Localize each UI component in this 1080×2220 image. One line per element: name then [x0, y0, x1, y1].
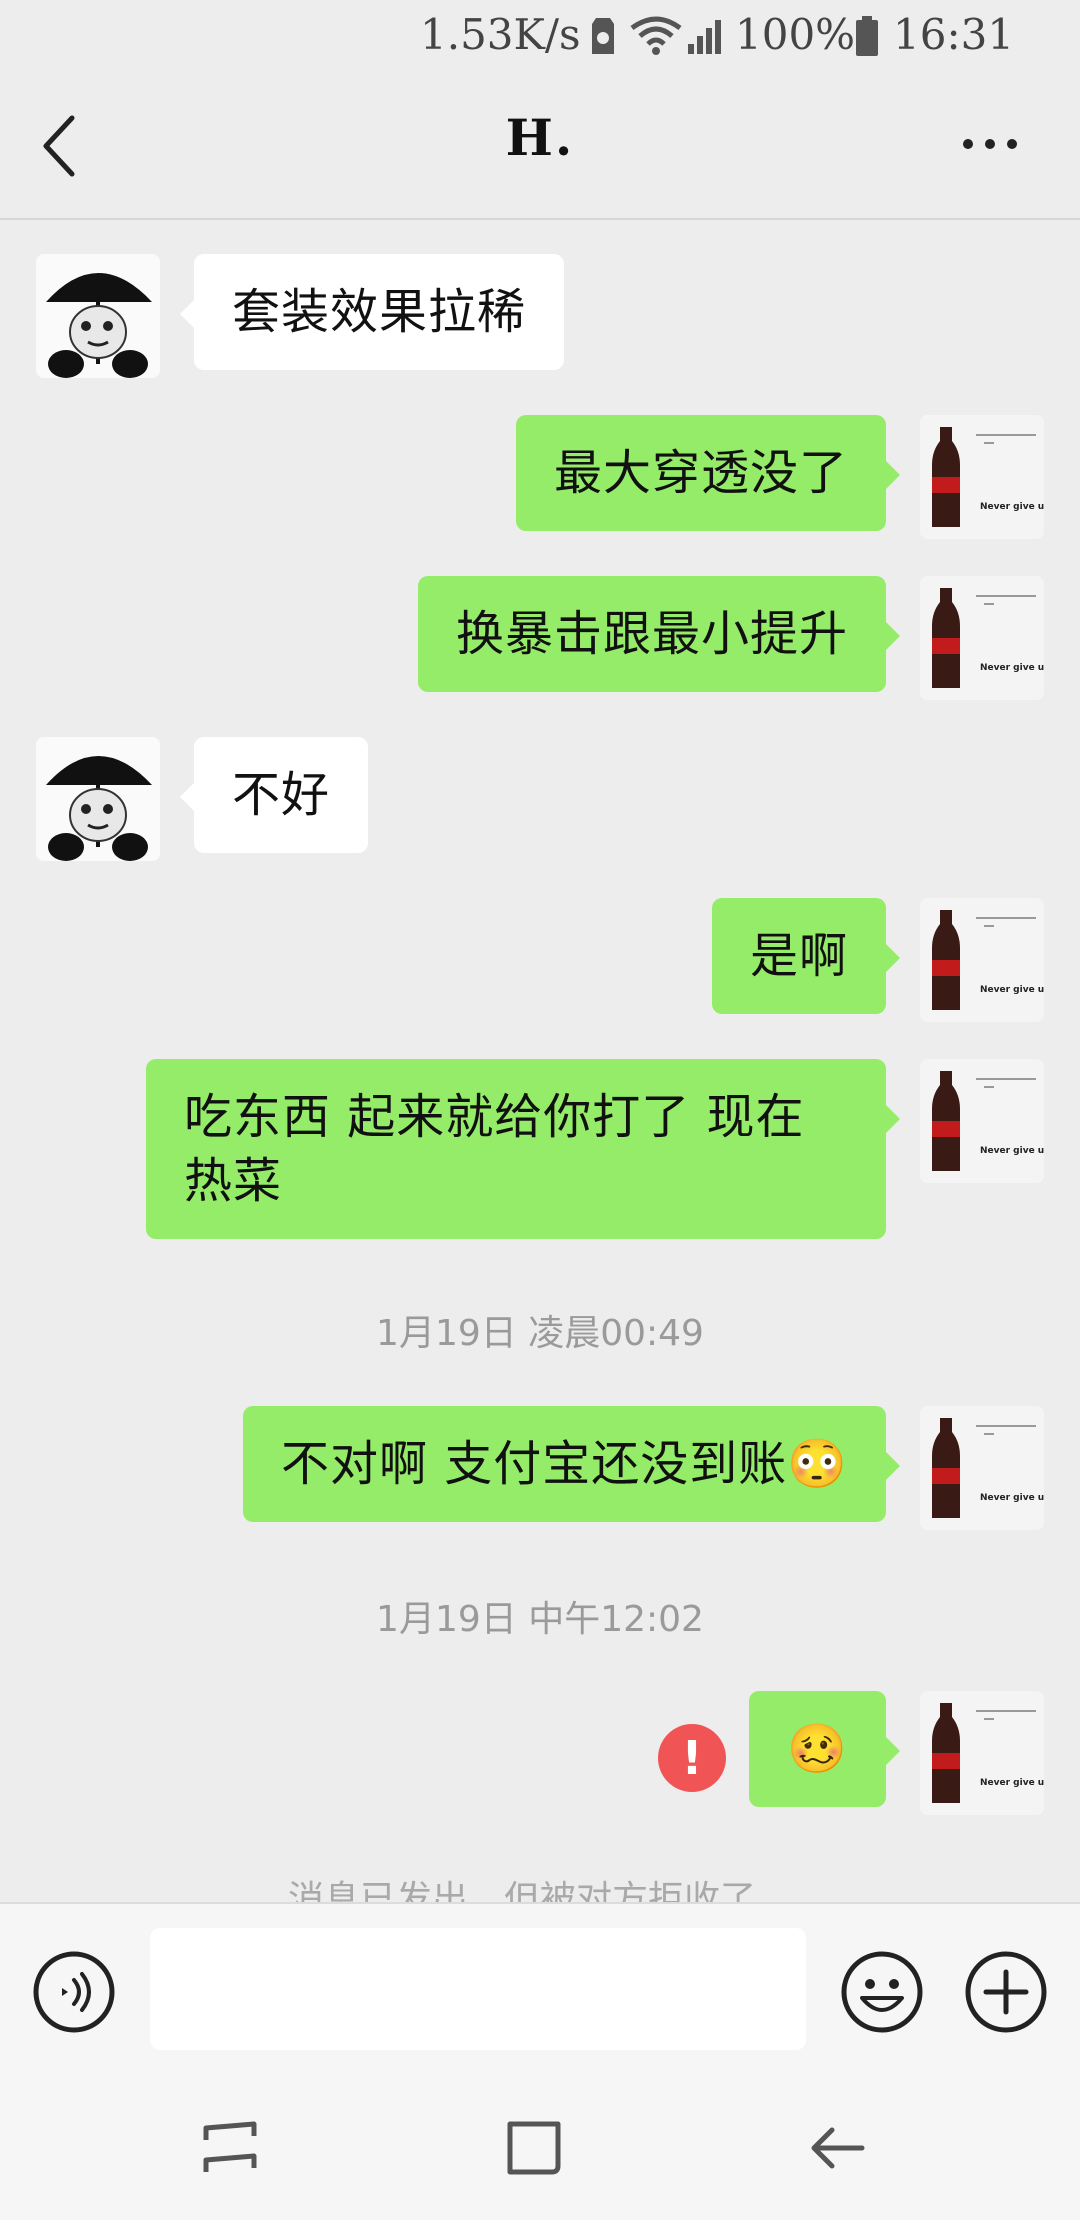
contact-avatar[interactable]: [36, 254, 160, 378]
status-bar: 1.53K/s 100% 16:31: [0, 0, 1080, 72]
svg-text:Never give up!: Never give up!: [980, 502, 1044, 512]
svg-text:Never give up!: Never give up!: [980, 1493, 1044, 1503]
message-bubble-incoming[interactable]: 套装效果拉稀: [179, 254, 565, 370]
self-avatar[interactable]: Never give up!: [920, 1059, 1044, 1183]
wifi-icon: [630, 16, 682, 55]
message-bubble-outgoing[interactable]: 吃东西 起来就给你打了 现在热菜: [146, 1059, 900, 1239]
emoji-icon[interactable]: [840, 1950, 924, 2034]
recent-apps-icon[interactable]: [200, 2118, 260, 2178]
contact-avatar[interactable]: [36, 737, 160, 861]
battery-percentage: 100%: [735, 10, 856, 59]
cola-bottle-icon: Never give up!: [920, 1059, 1044, 1183]
chat-title[interactable]: H.: [0, 108, 1080, 167]
message-bubble-incoming[interactable]: 不好: [179, 737, 369, 853]
self-avatar[interactable]: Never give up!: [920, 898, 1044, 1022]
input-bar: [0, 1902, 1080, 2074]
send-failed-icon[interactable]: !: [658, 1724, 726, 1792]
signal-icon: [688, 20, 721, 54]
svg-text:Never give up!: Never give up!: [980, 985, 1044, 995]
cola-bottle-icon: Never give up!: [920, 1691, 1044, 1815]
chat-header: H.: [0, 72, 1080, 220]
cola-bottle-icon: Never give up!: [920, 415, 1044, 539]
self-avatar[interactable]: Never give up!: [920, 415, 1044, 539]
battery-icon: [856, 16, 878, 56]
svg-text:Never give up!: Never give up!: [980, 1146, 1044, 1156]
timestamp: 1月19日 中午12:02: [376, 1599, 704, 1640]
message-list[interactable]: 套装效果拉稀 最大穿透没了 Never give up! 换暴击跟最小提升 Ne…: [0, 222, 1080, 1902]
home-icon[interactable]: [504, 2118, 564, 2178]
clock: 16:31: [893, 10, 1015, 59]
more-icon[interactable]: [960, 132, 1020, 156]
svg-text:Never give up!: Never give up!: [980, 1778, 1044, 1788]
message-bubble-outgoing[interactable]: 不对啊 支付宝还没到账😳: [242, 1406, 901, 1522]
cola-bottle-icon: Never give up!: [920, 1406, 1044, 1530]
cola-bottle-icon: Never give up!: [920, 898, 1044, 1022]
svg-text:Never give up!: Never give up!: [980, 663, 1044, 673]
message-bubble-outgoing[interactable]: 🥴: [749, 1691, 900, 1807]
cola-bottle-icon: Never give up!: [920, 576, 1044, 700]
plus-icon[interactable]: [964, 1950, 1048, 2034]
message-bubble-outgoing[interactable]: 最大穿透没了: [515, 415, 901, 531]
system-nav-bar: [0, 2074, 1080, 2220]
storage-icon: [592, 18, 614, 54]
self-avatar[interactable]: Never give up!: [920, 1406, 1044, 1530]
network-speed: 1.53K/s: [420, 10, 581, 59]
self-avatar[interactable]: Never give up!: [920, 576, 1044, 700]
self-avatar[interactable]: Never give up!: [920, 1691, 1044, 1815]
system-notice: 消息已发出，但被对方拒收了。: [287, 1879, 792, 1902]
message-input[interactable]: [150, 1928, 806, 2050]
voice-input-icon[interactable]: [32, 1950, 116, 2034]
timestamp: 1月19日 凌晨00:49: [376, 1313, 704, 1354]
message-bubble-outgoing[interactable]: 换暴击跟最小提升: [417, 576, 901, 692]
message-bubble-outgoing[interactable]: 是啊: [711, 898, 901, 1014]
back-icon[interactable]: [808, 2118, 868, 2178]
